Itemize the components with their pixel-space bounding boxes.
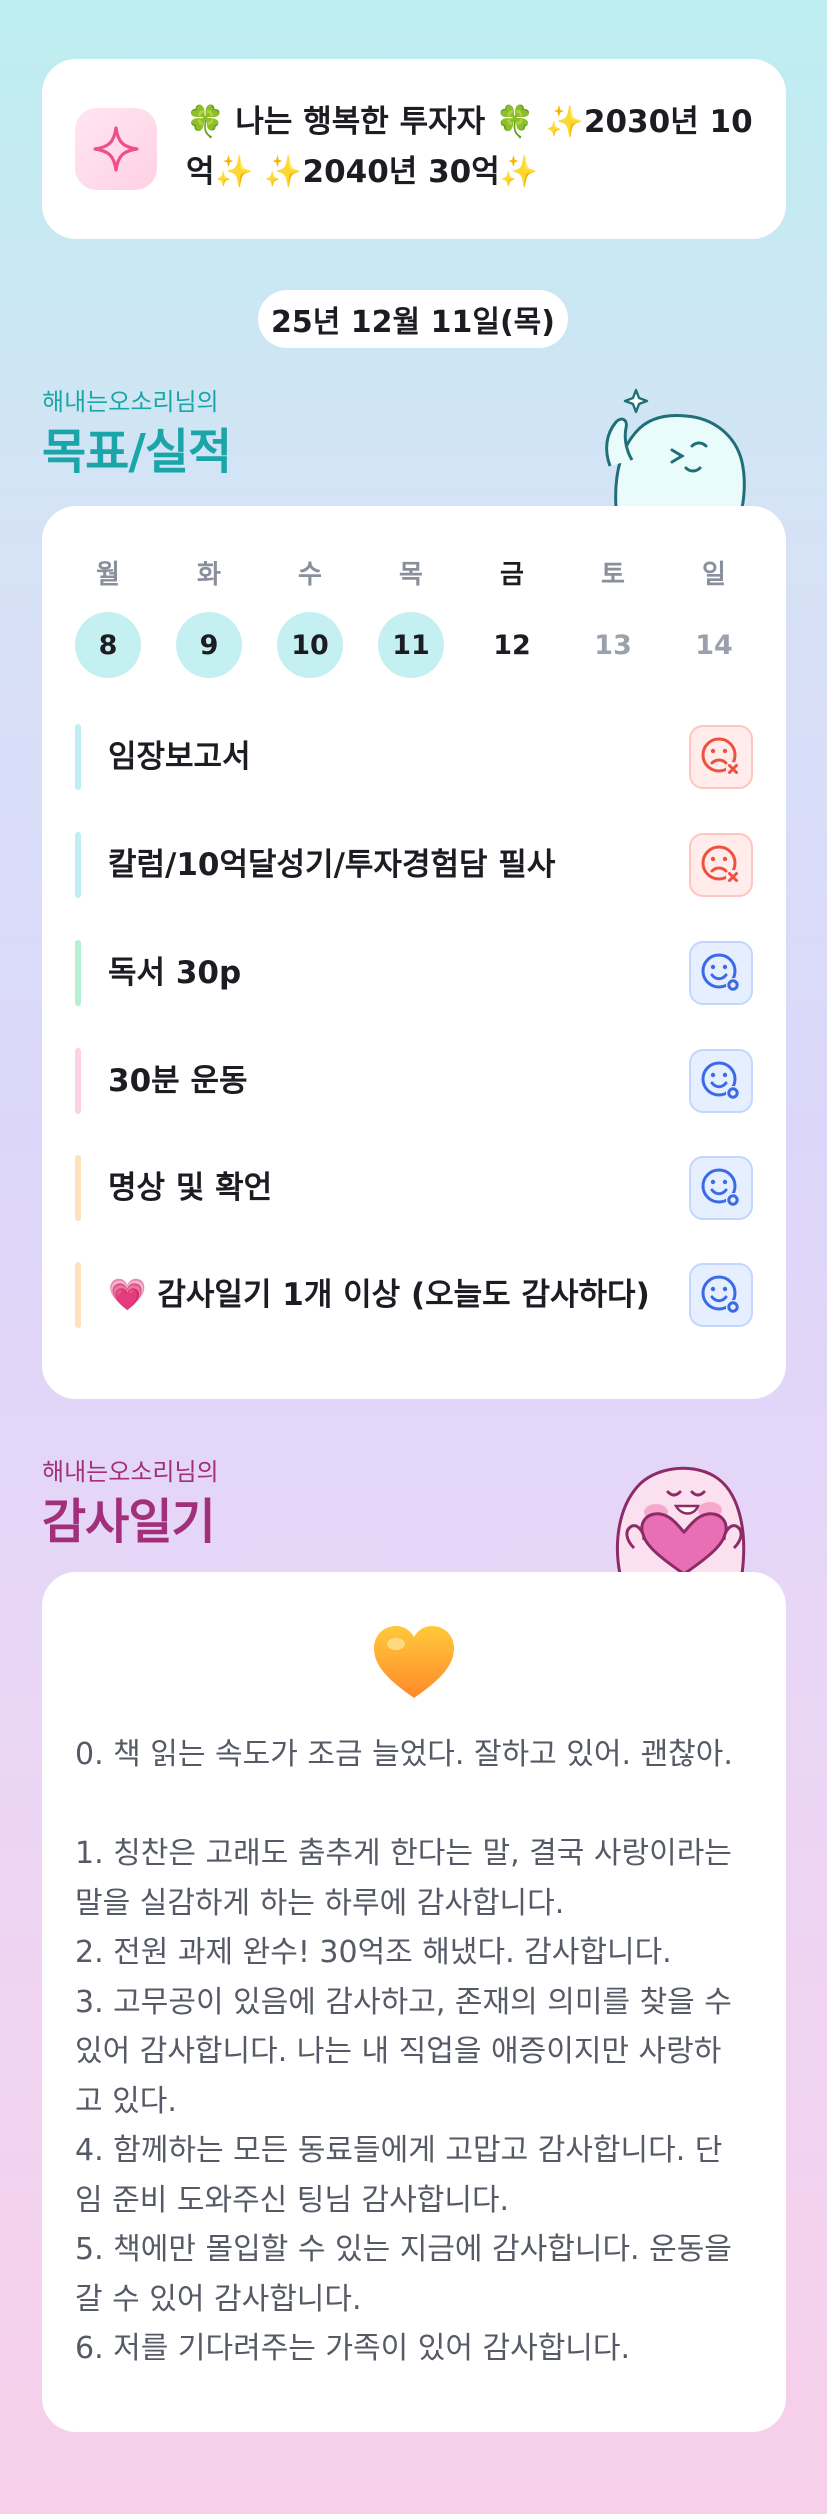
- goal-color-bar: [75, 940, 81, 1006]
- smile-check-icon[interactable]: [689, 1049, 753, 1113]
- gratitude-line: [75, 1780, 765, 1830]
- goal-row[interactable]: 임장보고서: [75, 722, 753, 792]
- goal-row[interactable]: 30분 운동: [75, 1046, 753, 1116]
- gratitude-line: 6. 저를 기다려주는 가족이 있어 감사합니다.: [75, 2331, 631, 2366]
- gratitude-line: 임 준비 도와주신 팅님 감사합니다.: [75, 2182, 510, 2218]
- gratitude-text: 0. 책 읽는 속도가 조금 늘었다. 잘하고 있어. 괜찮아. 1. 칭찬은 고…: [75, 1730, 765, 2374]
- goal-label: 칼럼/10억달성기/투자경험담 필사: [108, 847, 556, 883]
- smile-check-icon[interactable]: [689, 1156, 753, 1220]
- goal-color-bar: [75, 724, 81, 790]
- gratitude-section-title: 감사일기: [42, 1494, 216, 1550]
- motto-text: 🍀 나는 행복한 투자자 🍀 ✨2030년 10 억✨ ✨2040년 30억✨: [186, 97, 756, 197]
- goal-row[interactable]: 독서 30p: [75, 938, 753, 1008]
- gratitude-card: 0. 책 읽는 속도가 조금 늘었다. 잘하고 있어. 괜찮아. 1. 칭찬은 고…: [42, 1572, 786, 2432]
- sad-x-icon[interactable]: [689, 833, 753, 897]
- goal-row[interactable]: 명상 및 확언: [75, 1153, 753, 1223]
- day-number[interactable]: 12: [479, 612, 545, 678]
- gratitude-line: 4. 함께하는 모든 동료들에게 고맙고 감사합니다. 단: [75, 2133, 723, 2168]
- goal-color-bar: [75, 1262, 81, 1328]
- gratitude-line: 말을 실감하게 하는 하루에 감사합니다.: [75, 1885, 565, 1921]
- weekday-label: 금: [500, 560, 524, 590]
- motto-line-2: 억✨ ✨2040년 30억✨: [186, 154, 539, 190]
- goal-label: 명상 및 확언: [108, 1170, 273, 1206]
- day-number[interactable]: 10: [277, 612, 343, 678]
- day-number[interactable]: 8: [75, 612, 141, 678]
- gratitude-line: 갈 수 있어 감사합니다.: [75, 2281, 362, 2317]
- sad-x-icon[interactable]: [689, 725, 753, 789]
- goals-card: 월 8 화 9 수 10 목 11 금 12 토 13 일 14 임장보고서칼럼/10억달성기/투자경험담…: [42, 506, 786, 1399]
- weekday-label: 화: [197, 560, 221, 590]
- smile-check-icon[interactable]: [689, 941, 753, 1005]
- goal-color-bar: [75, 1155, 81, 1221]
- weekday-label: 일: [702, 560, 726, 590]
- gratitude-line: 고 있다.: [75, 2083, 177, 2119]
- day-number[interactable]: 13: [580, 612, 646, 678]
- motto-card: 🍀 나는 행복한 투자자 🍀 ✨2030년 10 억✨ ✨2040년 30억✨: [42, 59, 786, 239]
- weekday-label: 목: [399, 560, 423, 590]
- mascot-heart-illustration: [615, 1466, 746, 1574]
- goals-section-title: 목표/실적: [42, 424, 232, 480]
- gratitude-line: 있어 감사합니다. 나는 내 직업을 애증이지만 사랑하: [75, 2034, 722, 2069]
- weekday-label: 수: [298, 560, 322, 590]
- goal-label: 독서 30p: [108, 955, 242, 991]
- goal-label: 30분 운동: [108, 1063, 248, 1099]
- day-number[interactable]: 14: [681, 612, 747, 678]
- goal-label: 임장보고서: [108, 739, 251, 775]
- day-number[interactable]: 9: [176, 612, 242, 678]
- mascot-otter-illustration: [605, 388, 746, 508]
- gratitude-line: 2. 전원 과제 완수! 30억조 해냈다. 감사합니다.: [75, 1935, 672, 1970]
- goal-label: 💗 감사일기 1개 이상 (오늘도 감사하다): [108, 1277, 650, 1313]
- gratitude-line: 3. 고무공이 있음에 감사하고, 존재의 의미를 찾을 수: [75, 1984, 732, 2020]
- gratitude-line: 0. 책 읽는 속도가 조금 늘었다. 잘하고 있어. 괜찮아.: [75, 1737, 733, 1772]
- goal-row[interactable]: 칼럼/10억달성기/투자경험담 필사: [75, 830, 753, 900]
- heart-icon: [372, 1624, 456, 1700]
- goal-color-bar: [75, 1048, 81, 1114]
- goal-color-bar: [75, 832, 81, 898]
- sparkle-icon: [75, 108, 157, 190]
- date-pill[interactable]: 25년 12월 11일(목): [258, 290, 568, 348]
- weekday-label: 토: [601, 560, 625, 590]
- motto-line-1: 🍀 나는 행복한 투자자 🍀 ✨2030년 10: [186, 104, 753, 140]
- gratitude-line: 1. 칭찬은 고래도 춤추게 한다는 말, 결국 사랑이라는: [75, 1836, 732, 1871]
- smile-check-icon[interactable]: [689, 1263, 753, 1327]
- day-number[interactable]: 11: [378, 612, 444, 678]
- gratitude-line: 5. 책에만 몰입할 수 있는 지금에 감사합니다. 운동을: [75, 2232, 732, 2267]
- goal-row[interactable]: 💗 감사일기 1개 이상 (오늘도 감사하다): [75, 1260, 753, 1330]
- weekday-label: 월: [96, 560, 120, 590]
